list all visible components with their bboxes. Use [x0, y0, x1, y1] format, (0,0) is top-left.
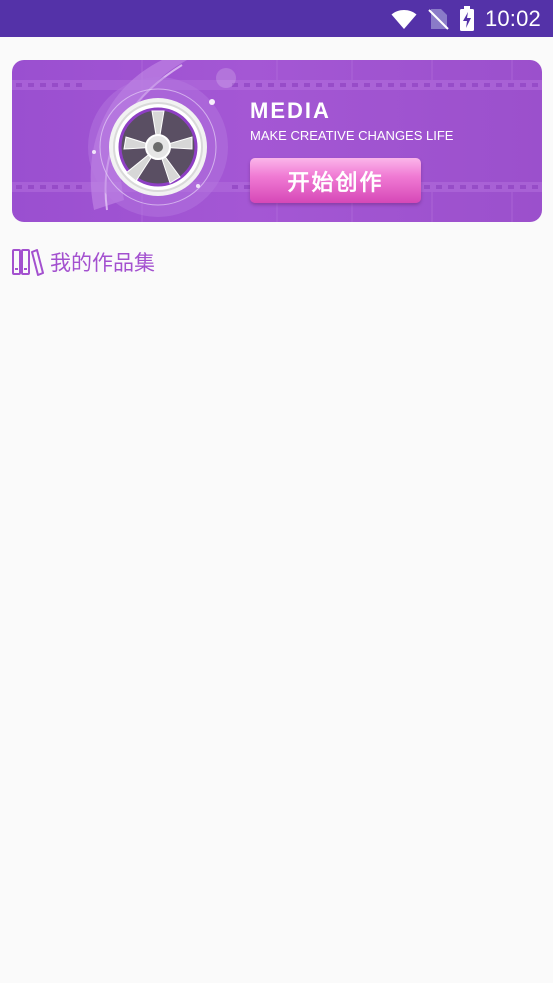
- film-reel-icon: [108, 97, 208, 197]
- banner-title: MEDIA: [250, 98, 331, 123]
- books-icon: [12, 248, 44, 276]
- status-time: 10:02: [484, 5, 541, 31]
- battery-charging-icon: [459, 5, 475, 32]
- wifi-icon: [391, 8, 417, 30]
- create-banner[interactable]: MEDIA MAKE CREATIVE CHANGES LIFE 开始创作: [12, 60, 542, 222]
- banner-subtitle: MAKE CREATIVE CHANGES LIFE: [250, 128, 454, 143]
- portfolio-header[interactable]: 我的作品集: [12, 246, 155, 278]
- status-bar: 10:02: [0, 0, 553, 37]
- status-icons: 10:02: [391, 0, 541, 37]
- section-title: 我的作品集: [50, 251, 155, 275]
- no-sim-icon: [427, 7, 449, 31]
- start-creating-button[interactable]: 开始创作: [250, 158, 421, 203]
